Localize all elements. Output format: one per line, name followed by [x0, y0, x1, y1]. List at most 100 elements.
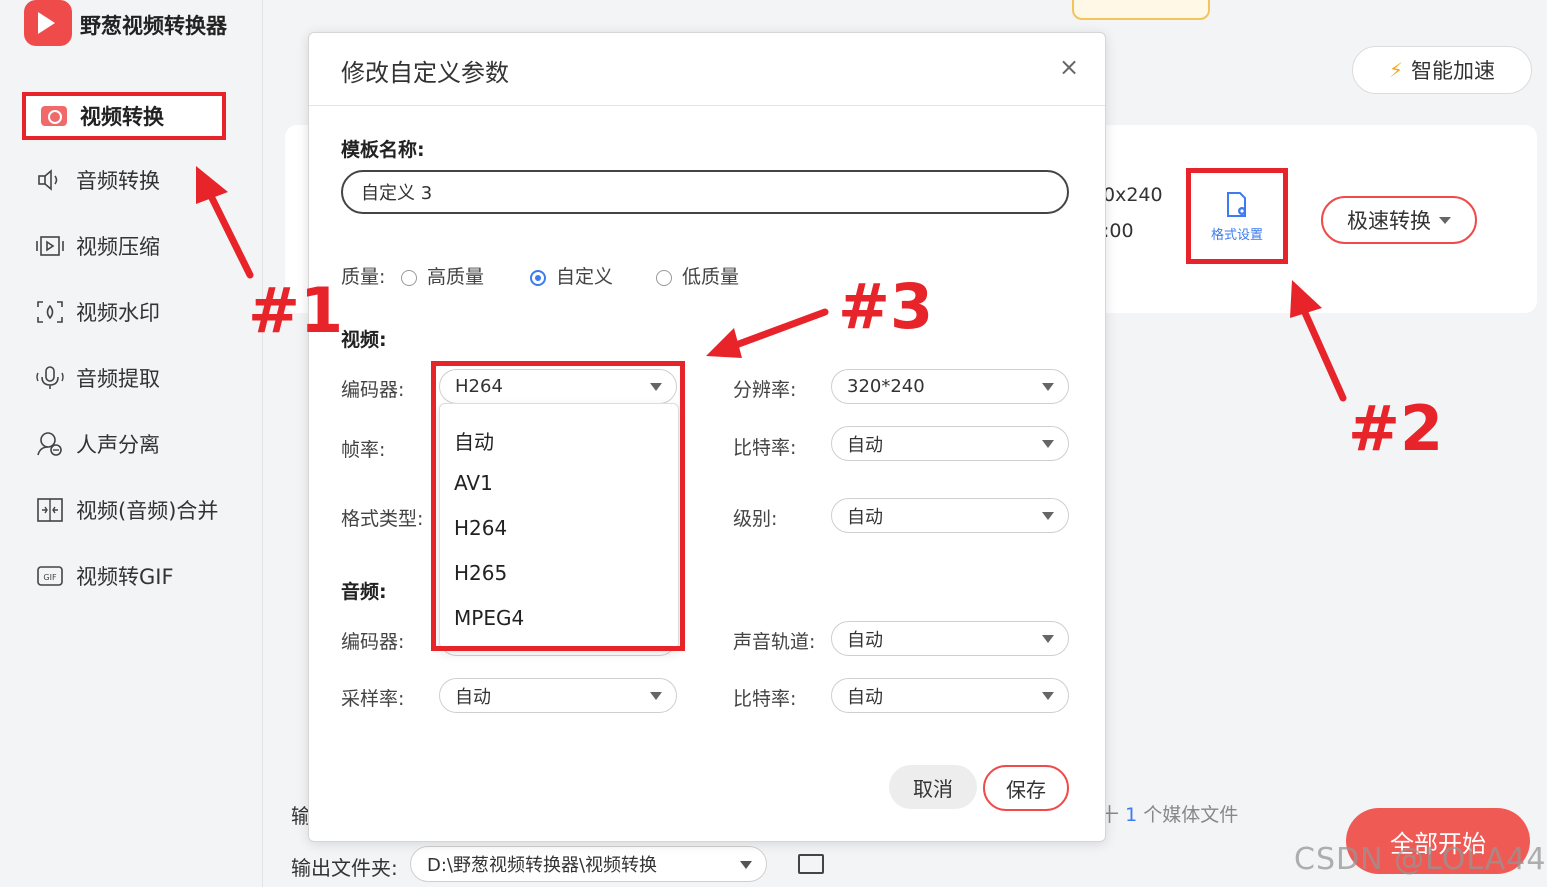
template-name-label: 模板名称: [341, 139, 425, 161]
resolution-label: 分辨率: [733, 379, 797, 401]
output-folder-label: 输出文件夹: [291, 856, 398, 880]
radio-icon [401, 269, 417, 286]
video-watermark-icon [36, 300, 64, 324]
bitrate-value: 自动 [847, 434, 883, 456]
radio-selected-icon [530, 269, 546, 286]
quality-option-label: 自定义 [556, 266, 614, 288]
format-settings-icon [1222, 190, 1252, 224]
quality-option-label: 低质量 [682, 266, 740, 288]
channel-value: 自动 [847, 629, 883, 651]
chevron-down-icon [650, 692, 662, 700]
video-section-label: 视频: [341, 329, 387, 351]
audio-encoder-label: 编码器: [341, 631, 405, 653]
upgrade-button[interactable] [1072, 0, 1210, 20]
quality-option-high[interactable]: 高质量 [401, 262, 484, 289]
format-settings-label: 格式设置 [1210, 227, 1263, 243]
folder-icon[interactable] [798, 854, 824, 874]
smart-accelerate-button[interactable]: ⚡ 智能加速 [1352, 46, 1532, 94]
sidebar-item-label: 视频转GIF [76, 565, 174, 589]
dialog-title: 修改自定义参数 [341, 59, 509, 87]
output-path-value: D:\野葱视频转换器\视频转换 [427, 855, 658, 876]
file-resolution: 0x240 [1103, 184, 1163, 206]
lightning-icon: ⚡ [1388, 58, 1404, 82]
audio-extract-icon [36, 366, 64, 390]
annotation-label-2: #2 [1348, 392, 1444, 465]
annotation-label-3: #3 [838, 270, 934, 343]
file-duration: :00 [1103, 220, 1134, 242]
chevron-down-icon [740, 861, 752, 869]
speed-convert-button[interactable]: 极速转换 [1321, 196, 1477, 244]
sidebar-item-video-compress[interactable]: 视频压缩 [36, 226, 246, 266]
template-name-input[interactable]: 自定义 3 [341, 170, 1069, 214]
chevron-down-icon [1439, 216, 1451, 224]
annotation-label-1: #1 [248, 274, 344, 347]
gif-icon: GIF [36, 564, 64, 588]
chevron-down-icon [1042, 512, 1054, 520]
audio-bitrate-label: 比特率: [733, 688, 797, 710]
channel-label: 声音轨道: [733, 631, 816, 653]
merge-icon [36, 498, 64, 522]
close-icon[interactable]: × [1059, 53, 1079, 81]
media-count: 十 1 个媒体文件 [1100, 800, 1238, 827]
framerate-label: 帧率: [341, 439, 386, 461]
annotation-highlight-box [431, 361, 685, 651]
chevron-down-icon [1042, 383, 1054, 391]
chevron-down-icon [1042, 440, 1054, 448]
quality-label: 质量: [341, 266, 386, 288]
quality-option-label: 高质量 [427, 266, 485, 288]
audio-bitrate-select[interactable]: 自动 [831, 678, 1069, 713]
dialog-header: 修改自定义参数 × [309, 33, 1105, 106]
sidebar-item-label: 音频提取 [76, 367, 160, 391]
format-type-label: 格式类型: [341, 508, 424, 530]
channel-select[interactable]: 自动 [831, 621, 1069, 656]
sidebar-item-audio-convert[interactable]: 音频转换 [36, 160, 246, 200]
level-value: 自动 [847, 506, 883, 528]
sidebar-item-label: 视频水印 [76, 301, 160, 325]
resolution-value: 320*240 [847, 376, 925, 397]
speed-convert-label: 极速转换 [1347, 209, 1431, 233]
sidebar-item-label: 视频转换 [80, 105, 164, 129]
sidebar-item-label: 人声分离 [76, 433, 160, 457]
chevron-down-icon [1042, 635, 1054, 643]
chevron-down-icon [1042, 692, 1054, 700]
resolution-select[interactable]: 320*240 [831, 369, 1069, 404]
sidebar-item-video-gif[interactable]: GIF 视频转GIF [36, 556, 246, 596]
sidebar-item-video-convert[interactable]: 视频转换 [22, 92, 226, 140]
samplerate-label: 采样率: [341, 688, 405, 710]
sidebar-item-label: 视频(音频)合并 [76, 499, 219, 523]
sidebar-item-video-watermark[interactable]: 视频水印 [36, 292, 246, 332]
bitrate-label: 比特率: [733, 437, 797, 459]
video-compress-icon [36, 234, 64, 258]
level-select[interactable]: 自动 [831, 498, 1069, 533]
video-convert-icon [40, 104, 68, 128]
bitrate-select[interactable]: 自动 [831, 426, 1069, 461]
media-suffix: 个媒体文件 [1143, 804, 1239, 826]
quality-option-custom[interactable]: 自定义 [530, 262, 613, 289]
sidebar-item-audio-extract[interactable]: 音频提取 [36, 358, 246, 398]
play-icon [38, 12, 55, 34]
video-encoder-label: 编码器: [341, 379, 405, 401]
audio-section-label: 音频: [341, 581, 387, 603]
audio-convert-icon [36, 168, 64, 192]
samplerate-select[interactable]: 自动 [439, 678, 677, 713]
watermark: CSDN @LOLA4444 [1294, 842, 1547, 877]
media-count-number: 1 [1125, 804, 1138, 826]
format-settings-button[interactable]: 格式设置 [1186, 168, 1288, 264]
quality-option-low[interactable]: 低质量 [656, 262, 739, 289]
audio-bitrate-value: 自动 [847, 686, 883, 708]
save-button[interactable]: 保存 [983, 765, 1069, 811]
sidebar-item-label: 视频压缩 [76, 235, 160, 259]
cancel-button[interactable]: 取消 [889, 765, 977, 809]
level-label: 级别: [733, 508, 778, 530]
vocal-separate-icon [36, 432, 64, 456]
app-name: 野葱视频转换器 [80, 14, 227, 38]
sidebar-item-vocal-separate[interactable]: 人声分离 [36, 424, 246, 464]
svg-text:GIF: GIF [43, 573, 57, 582]
radio-icon [656, 269, 672, 286]
sidebar-item-merge[interactable]: 视频(音频)合并 [36, 490, 246, 530]
sidebar: 野葱视频转换器 视频转换 音频转换 视频压缩 视频水印 音频提取 人声分离 视频… [0, 0, 263, 887]
accel-label: 智能加速 [1411, 59, 1496, 83]
sidebar-item-label: 音频转换 [76, 169, 160, 193]
output-path-select[interactable]: D:\野葱视频转换器\视频转换 [410, 846, 767, 882]
custom-params-dialog: 修改自定义参数 × 模板名称: 自定义 3 质量: 高质量 自定义 低质量 视频… [308, 32, 1106, 842]
